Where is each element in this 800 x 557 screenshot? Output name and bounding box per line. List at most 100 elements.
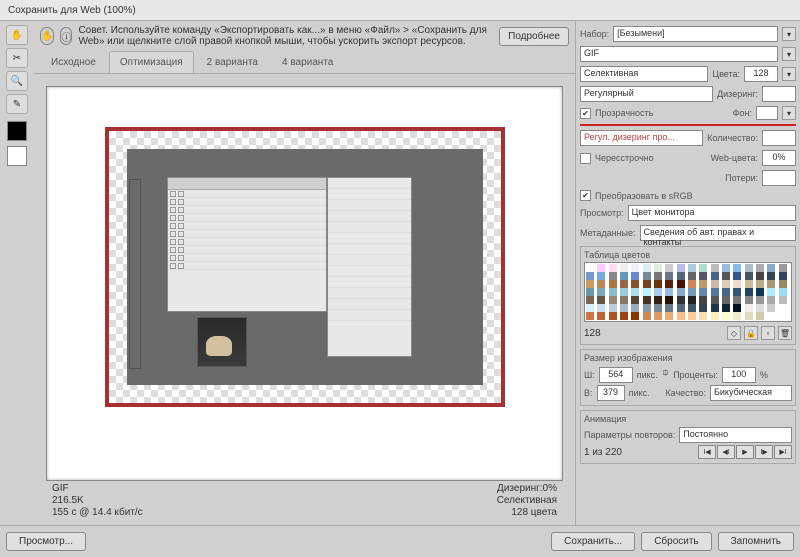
preview-button[interactable]: Просмотр... <box>6 532 86 551</box>
color-swatch[interactable] <box>654 312 662 320</box>
color-swatch[interactable] <box>756 312 764 320</box>
background-swatch[interactable] <box>7 146 27 166</box>
color-swatch[interactable] <box>733 272 741 280</box>
next-frame-button[interactable]: I▶ <box>755 445 773 459</box>
colors-input[interactable]: 128 <box>744 66 778 82</box>
color-swatch[interactable] <box>631 264 639 272</box>
color-swatch[interactable] <box>722 264 730 272</box>
trash-icon[interactable]: 🗑 <box>778 326 792 340</box>
color-swatch[interactable] <box>597 272 605 280</box>
tab-original[interactable]: Исходное <box>40 51 107 73</box>
color-swatch[interactable] <box>756 296 764 304</box>
color-swatch[interactable] <box>722 288 730 296</box>
colors-stepper-icon[interactable]: ▾ <box>782 67 796 81</box>
tab-4up[interactable]: 4 варианта <box>271 51 344 73</box>
matte-swatch[interactable] <box>756 106 778 120</box>
color-swatch[interactable] <box>745 272 753 280</box>
color-swatch[interactable] <box>597 304 605 312</box>
color-swatch[interactable] <box>779 272 787 280</box>
color-swatch[interactable] <box>779 296 787 304</box>
color-swatch[interactable] <box>779 304 787 312</box>
color-swatch[interactable] <box>677 272 685 280</box>
color-swatch[interactable] <box>711 312 719 320</box>
color-swatch[interactable] <box>677 280 685 288</box>
color-swatch[interactable] <box>745 280 753 288</box>
color-swatch[interactable] <box>620 280 628 288</box>
canvas[interactable] <box>46 86 563 481</box>
color-swatch[interactable] <box>733 304 741 312</box>
new-color-icon[interactable]: ▫ <box>761 326 775 340</box>
first-frame-button[interactable]: I◀ <box>698 445 716 459</box>
last-frame-button[interactable]: ▶I <box>774 445 792 459</box>
color-swatch[interactable] <box>643 296 651 304</box>
color-swatch[interactable] <box>722 272 730 280</box>
remember-button[interactable]: Запомнить <box>718 532 794 551</box>
color-swatch[interactable] <box>643 304 651 312</box>
more-button[interactable]: Подробнее <box>499 27 569 46</box>
color-swatch[interactable] <box>654 288 662 296</box>
color-swatch[interactable] <box>586 296 594 304</box>
link-icon[interactable]: ⯐ <box>662 366 670 383</box>
color-swatch[interactable] <box>654 272 662 280</box>
color-swatch[interactable] <box>756 280 764 288</box>
lock-icon[interactable]: 🔒 <box>744 326 758 340</box>
trans-dither-select[interactable]: Регул. дизеринг про... <box>580 130 703 146</box>
color-swatch[interactable] <box>665 264 673 272</box>
color-swatch[interactable] <box>586 264 594 272</box>
color-swatch[interactable] <box>643 264 651 272</box>
color-swatch[interactable] <box>767 304 775 312</box>
color-swatch[interactable] <box>586 280 594 288</box>
color-swatch[interactable] <box>643 280 651 288</box>
color-swatch[interactable] <box>733 312 741 320</box>
save-button[interactable]: Сохранить... <box>551 532 635 551</box>
color-swatch[interactable] <box>711 304 719 312</box>
color-swatch[interactable] <box>733 296 741 304</box>
color-swatch[interactable] <box>688 304 696 312</box>
w-input[interactable]: 564 <box>599 367 633 383</box>
color-swatch[interactable] <box>767 280 775 288</box>
quality-select[interactable]: Бикубическая <box>710 385 792 401</box>
play-button[interactable]: ▶ <box>736 445 754 459</box>
meta-select[interactable]: Сведения об авт. правах и контакты <box>640 225 796 241</box>
color-swatch[interactable] <box>699 288 707 296</box>
color-swatch[interactable] <box>609 272 617 280</box>
color-swatch[interactable] <box>654 296 662 304</box>
format-select[interactable]: GIF <box>580 46 778 62</box>
color-swatch[interactable] <box>688 280 696 288</box>
zoom-tool[interactable]: 🔍 <box>6 71 28 91</box>
color-swatch[interactable] <box>699 264 707 272</box>
color-swatch[interactable] <box>677 288 685 296</box>
color-swatch[interactable] <box>722 312 730 320</box>
color-swatch[interactable] <box>711 272 719 280</box>
color-swatch[interactable] <box>745 296 753 304</box>
color-swatch[interactable] <box>722 296 730 304</box>
color-swatch[interactable] <box>733 264 741 272</box>
color-swatch[interactable] <box>643 272 651 280</box>
preview-slice[interactable] <box>105 127 505 407</box>
color-swatch[interactable] <box>711 264 719 272</box>
eyedropper-tool[interactable]: ✎ <box>6 94 28 114</box>
color-swatch[interactable] <box>665 288 673 296</box>
color-swatch[interactable] <box>631 272 639 280</box>
color-swatch[interactable] <box>597 312 605 320</box>
matte-menu-icon[interactable]: ▾ <box>782 106 796 120</box>
foreground-swatch[interactable] <box>7 121 27 141</box>
color-swatch[interactable] <box>779 288 787 296</box>
reset-button[interactable]: Сбросить <box>641 532 711 551</box>
reduction-select[interactable]: Селективная <box>580 66 708 82</box>
color-swatch[interactable] <box>677 264 685 272</box>
color-swatch[interactable] <box>767 288 775 296</box>
color-swatch[interactable] <box>745 264 753 272</box>
color-swatch[interactable] <box>620 312 628 320</box>
color-swatch[interactable] <box>756 304 764 312</box>
color-swatch[interactable] <box>609 296 617 304</box>
color-swatch[interactable] <box>631 296 639 304</box>
color-swatch[interactable] <box>756 288 764 296</box>
preset-menu-icon[interactable]: ▾ <box>782 27 796 41</box>
color-swatch[interactable] <box>722 304 730 312</box>
color-swatch[interactable] <box>620 272 628 280</box>
color-swatch[interactable] <box>620 264 628 272</box>
color-swatch[interactable] <box>779 280 787 288</box>
preview-select[interactable]: Цвет монитора <box>628 205 796 221</box>
color-swatch[interactable] <box>699 272 707 280</box>
